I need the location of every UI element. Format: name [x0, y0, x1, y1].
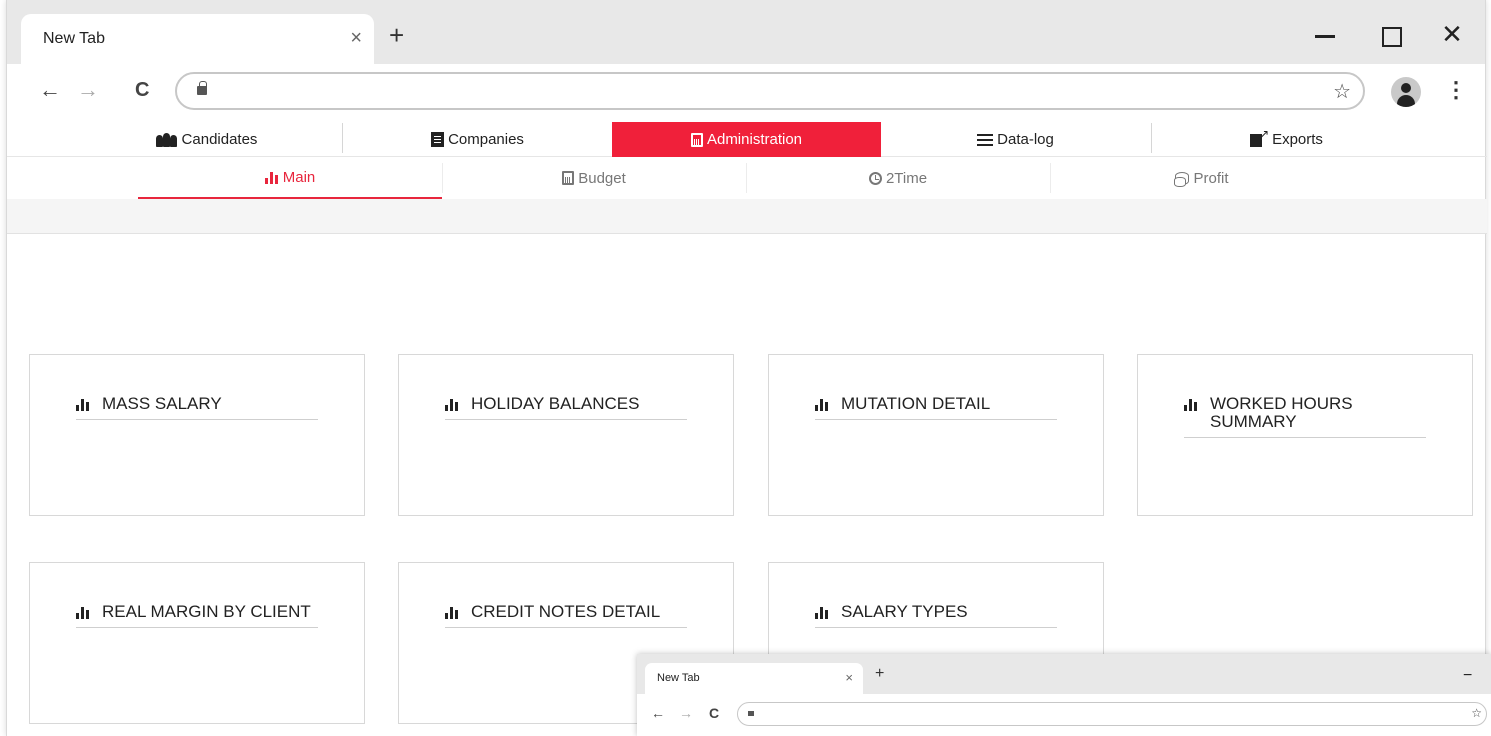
report-title: REAL MARGIN BY CLIENT [76, 603, 318, 628]
export-icon [1250, 127, 1269, 147]
calculator-icon [562, 171, 575, 185]
secondary-browser-tab[interactable]: New Tab × [645, 663, 863, 695]
tab-budget[interactable]: Budget [442, 157, 746, 199]
forward-arrow-icon[interactable]: → [77, 78, 99, 102]
maximize-window-button[interactable] [1375, 20, 1405, 50]
tab-label: 2Time [885, 169, 928, 187]
tab-close-icon[interactable]: × [350, 28, 362, 48]
main-nav-label: Data-log [997, 131, 1054, 148]
report-title-text: SALARY TYPES [841, 602, 968, 621]
secondary-minimize-button[interactable]: − [1463, 667, 1472, 685]
lock-icon [197, 81, 207, 95]
reload-icon[interactable]: C [135, 78, 149, 102]
close-window-button[interactable]: ✕ [1437, 20, 1467, 50]
secondary-toolbar: ← → C ☆ [637, 694, 1491, 736]
main-nav-label: Exports [1272, 131, 1323, 148]
main-nav-label: Companies [448, 131, 524, 148]
report-title: CREDIT NOTES DETAIL [445, 603, 687, 628]
report-title: SALARY TYPES [815, 603, 1057, 628]
tab-strip: New Tab × + ✕ [7, 0, 1485, 66]
secondary-lock-icon [748, 711, 754, 716]
address-bar[interactable]: ☆ [175, 72, 1365, 110]
tab-title: New Tab [43, 30, 105, 47]
tab-2time[interactable]: 2Time [746, 157, 1050, 199]
toolbar-strip [7, 199, 1487, 234]
secondary-forward-arrow-icon[interactable]: → [679, 705, 693, 721]
main-nav-administration[interactable]: Administration [612, 122, 881, 157]
secondary-tab-close-icon[interactable]: × [845, 670, 853, 685]
main-nav-candidates[interactable]: Candidates [72, 122, 341, 157]
bar-chart-icon [815, 605, 829, 619]
calculator-icon [690, 132, 703, 147]
main-nav-data-log[interactable]: Data-log [881, 122, 1150, 157]
secondary-tab-strip: New Tab × + − [637, 654, 1491, 695]
report-card-holiday-balances[interactable]: HOLIDAY BALANCES [398, 354, 734, 516]
main-nav: Candidates Companies Administration Data… [7, 122, 1487, 157]
browser-window: New Tab × + ✕ ← → C ☆ ⋮ Candidates Compa… [6, 0, 1487, 736]
report-card-mass-salary[interactable]: MASS SALARY [29, 354, 365, 516]
new-tab-button[interactable]: + [389, 22, 404, 48]
report-title-text: MASS SALARY [102, 394, 222, 413]
tab-label: Budget [578, 169, 626, 187]
report-title-text: CREDIT NOTES DETAIL [471, 602, 661, 621]
browser-menu-icon[interactable]: ⋮ [1445, 76, 1467, 104]
tab-label: Main [282, 168, 316, 186]
bar-chart-icon [445, 605, 459, 619]
bar-chart-icon [264, 170, 279, 184]
bar-chart-icon [76, 605, 90, 619]
tab-main[interactable]: Main [138, 157, 442, 199]
report-title-text: WORKED HOURS SUMMARY [1210, 394, 1353, 431]
secondary-tab-title: New Tab [657, 672, 700, 684]
bar-chart-icon [445, 397, 459, 411]
secondary-address-bar[interactable]: ☆ [737, 702, 1487, 726]
clock-icon [868, 171, 882, 185]
bar-chart-icon [815, 397, 829, 411]
report-title: MASS SALARY [76, 395, 318, 420]
report-title: HOLIDAY BALANCES [445, 395, 687, 420]
back-arrow-icon[interactable]: ← [39, 78, 61, 102]
list-icon [977, 133, 994, 146]
report-card-real-margin-by-client[interactable]: REAL MARGIN BY CLIENT [29, 562, 365, 724]
main-nav-exports[interactable]: Exports [1152, 122, 1421, 157]
report-title-text: MUTATION DETAIL [841, 394, 991, 413]
main-nav-label: Candidates [181, 131, 258, 148]
tab-profit[interactable]: Profit [1050, 157, 1354, 199]
secondary-bookmark-star-icon[interactable]: ☆ [1471, 706, 1482, 720]
browser-toolbar: ← → C ☆ ⋮ [7, 64, 1485, 118]
bar-chart-icon [1184, 397, 1198, 411]
secondary-new-tab-button[interactable]: + [875, 665, 884, 683]
secondary-reload-icon[interactable]: C [709, 705, 719, 721]
secondary-back-arrow-icon[interactable]: ← [651, 705, 665, 721]
main-nav-companies[interactable]: Companies [343, 122, 612, 157]
report-card-mutation-detail[interactable]: MUTATION DETAIL [768, 354, 1104, 516]
report-title-text: HOLIDAY BALANCES [471, 394, 640, 413]
sub-nav: Main Budget 2Time Profit [7, 157, 1487, 199]
report-card-worked-hours-summary[interactable]: WORKED HOURS SUMMARY [1137, 354, 1473, 516]
tab-label: Profit [1193, 169, 1229, 187]
browser-tab[interactable]: New Tab × [21, 14, 374, 66]
report-title: MUTATION DETAIL [815, 395, 1057, 420]
main-nav-label: Administration [706, 131, 803, 148]
coins-icon [1174, 171, 1190, 187]
report-title: WORKED HOURS SUMMARY [1184, 395, 1426, 438]
building-icon [431, 132, 445, 147]
users-icon [155, 132, 178, 147]
secondary-browser-window: New Tab × + − ← → C ☆ [637, 654, 1491, 736]
report-title-text: REAL MARGIN BY CLIENT [102, 602, 311, 621]
minimize-window-button[interactable] [1310, 20, 1340, 50]
bookmark-star-icon[interactable]: ☆ [1333, 79, 1351, 104]
profile-avatar-icon[interactable] [1391, 77, 1421, 107]
bar-chart-icon [76, 397, 90, 411]
